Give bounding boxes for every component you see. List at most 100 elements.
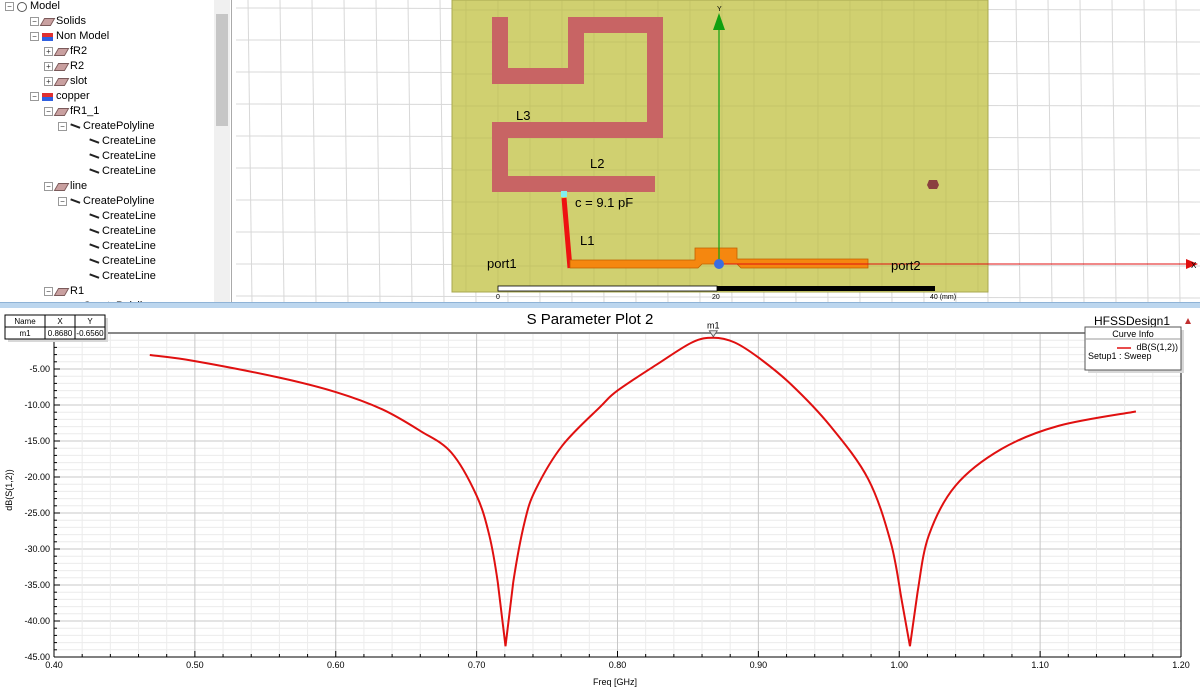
view-grid-line (439, 0, 445, 302)
tree-scrollbar[interactable] (214, 0, 230, 302)
tree-item[interactable]: + R2 (44, 59, 84, 74)
line-icon (88, 242, 100, 251)
tree-item[interactable]: − Non Model (30, 29, 109, 44)
expander-icon[interactable]: − (5, 2, 14, 11)
label-port2: port2 (891, 258, 921, 273)
tree-item[interactable]: − Solids (30, 14, 86, 29)
view-grid-line (1015, 0, 1021, 302)
line-icon (88, 272, 100, 281)
via-hexagon (927, 180, 939, 189)
tree-item[interactable]: CreateLine (76, 239, 156, 254)
scale-tick-40: 40 (mm) (930, 294, 956, 301)
tree-item[interactable]: + slot (44, 74, 87, 89)
tree-item-label: R2 (70, 60, 85, 72)
tree-item-label: Non Model (56, 30, 110, 42)
y-tick-label: -25.00 (24, 508, 50, 518)
tree-item-label: CreateLine (102, 225, 156, 237)
material-icon (42, 92, 53, 101)
marker-header-x: X (57, 317, 63, 326)
tree-item-label: CreateLine (102, 150, 156, 162)
expander-icon[interactable]: + (44, 77, 53, 86)
y-tick-label: -5.00 (29, 364, 50, 374)
scrollbar-thumb[interactable] (216, 14, 228, 126)
expander-icon[interactable]: − (44, 182, 53, 191)
view-grid-line (279, 0, 285, 302)
marker-y-value: -0.6560 (76, 329, 104, 338)
tree-item[interactable]: − fR1_1 (44, 104, 99, 119)
design-name: HFSSDesign1 (1094, 314, 1170, 328)
project-tree: − Model − Solids − Non Model + fR2 + R2 + slot − copp… (0, 0, 232, 302)
x-tick-label: 0.80 (609, 660, 627, 670)
tree-item[interactable]: + fR2 (44, 44, 87, 59)
tree-item[interactable]: CreateLine (76, 164, 156, 179)
legend-subtitle: Setup1 : Sweep (1088, 351, 1152, 361)
tree-item[interactable]: − Model (5, 0, 60, 14)
x-axis-title: Freq [GHz] (593, 677, 637, 687)
y-axis-title: dB(S(1,2)) (4, 469, 14, 511)
expander-icon[interactable]: − (44, 107, 53, 116)
marker-x-value: 0.8680 (48, 329, 73, 338)
series-line-dB-S12[interactable] (149, 336, 1137, 647)
tree-item[interactable]: CreateLine (76, 209, 156, 224)
x-tick-label: 1.10 (1031, 660, 1049, 670)
polyline-icon (69, 197, 81, 206)
expander-icon[interactable]: − (58, 197, 67, 206)
model-icon (17, 1, 27, 12)
tree-item-label: CreateLine (102, 135, 156, 147)
scale-tick-0: 0 (496, 294, 500, 301)
label-l3: L3 (516, 108, 530, 123)
s-parameter-plot[interactable]: -5.00 -10.00 -15.00 -20.00 -25.00 -30.00 -35.0… (0, 308, 1200, 687)
tree-item-label: line (70, 180, 88, 192)
tree-item[interactable]: CreateLine (76, 134, 156, 149)
tree-item[interactable]: CreateLine (76, 224, 156, 239)
tree-item[interactable]: CreateLine (76, 254, 156, 269)
tree-item[interactable]: − R1 (44, 284, 84, 299)
y-tick-label: -20.00 (24, 472, 50, 482)
tree-item-label: R1 (70, 285, 85, 297)
expander-icon[interactable]: − (30, 32, 39, 41)
label-capacitance: c = 9.1 pF (575, 195, 633, 210)
view-grid-line (1079, 0, 1085, 302)
x-tick-label: 1.20 (1172, 660, 1190, 670)
x-tick-label: 0.50 (186, 660, 204, 670)
solid-icon (53, 182, 70, 191)
x-tick-label: 0.70 (468, 660, 486, 670)
tree-item[interactable]: − copper (30, 89, 90, 104)
tree-item[interactable]: − CreatePolyline (58, 119, 155, 134)
marker-header-y: Y (87, 317, 93, 326)
chart-title: S Parameter Plot 2 (527, 311, 654, 328)
view-grid-line (1111, 0, 1117, 302)
polyline-icon (69, 122, 81, 131)
y-tick-label: -40.00 (24, 616, 50, 626)
marker-name: m1 (19, 329, 31, 338)
legend[interactable]: Curve Info dB(S(1,2)) Setup1 : Sweep (1084, 326, 1184, 373)
expander-icon[interactable]: − (30, 17, 39, 26)
expander-icon[interactable]: + (44, 62, 53, 71)
line-icon (88, 167, 100, 176)
model-canvas: X Y L3 L2 L1 c = 9.1 pF port1 port2 0 20… (236, 0, 1200, 302)
tree-item[interactable]: CreateLine (76, 269, 156, 284)
marker-m1[interactable]: m1 (707, 321, 720, 338)
view-grid-line (1143, 0, 1149, 302)
expander-icon[interactable]: − (58, 122, 67, 131)
tree-item-label: CreateLine (102, 240, 156, 252)
view-grid-line (311, 0, 317, 302)
scale-bar-black (717, 286, 935, 291)
marker-table[interactable]: Name X Y m1 0.8680 -0.6560 (4, 314, 108, 342)
model-3d-view[interactable]: X Y L3 L2 L1 c = 9.1 pF port1 port2 0 20… (236, 0, 1200, 302)
tree-item-label: Model (30, 0, 60, 12)
tree-item[interactable]: − CreatePolyline (58, 194, 155, 209)
line-icon (88, 212, 100, 221)
capacitor-port[interactable] (561, 191, 567, 197)
expander-icon[interactable]: − (44, 287, 53, 296)
marker-m1-label: m1 (707, 321, 720, 331)
expander-icon[interactable]: − (30, 92, 39, 101)
tree-item-label: copper (56, 90, 90, 102)
tree-item-label: fR2 (70, 45, 88, 57)
expander-icon[interactable]: + (44, 47, 53, 56)
y-tick-label: -30.00 (24, 544, 50, 554)
material-icon (42, 32, 53, 41)
tree-item[interactable]: CreateLine (76, 149, 156, 164)
tree-item[interactable]: − line (44, 179, 87, 194)
tree-item-label: CreatePolyline (83, 120, 155, 132)
